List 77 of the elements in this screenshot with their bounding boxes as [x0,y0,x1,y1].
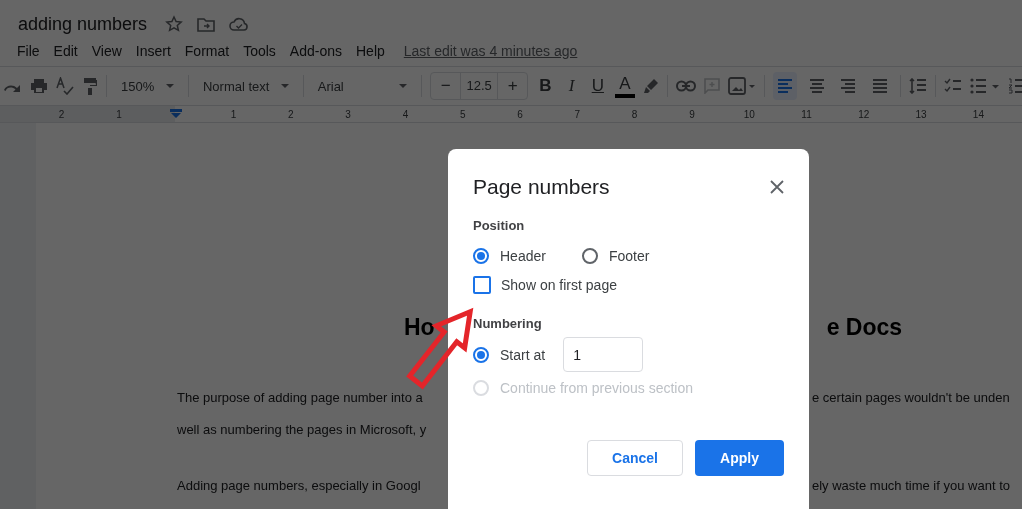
align-center-icon [808,78,825,94]
last-edit-link[interactable]: Last edit was 4 minutes ago [403,43,578,59]
image-icon[interactable] [728,77,757,95]
radio-label[interactable]: Footer [608,248,650,264]
menu-item[interactable]: File [10,41,47,61]
ruler-number: 6 [516,108,524,120]
menu-item[interactable]: Format [177,41,237,61]
cancel-button[interactable]: Cancel [587,440,683,476]
menu-item[interactable]: Insert [128,41,178,61]
menu-item[interactable]: Edit [46,41,85,61]
radio-label[interactable]: Header [500,248,546,264]
spellcheck-icon[interactable] [56,77,74,95]
zoom-dropdown[interactable]: 150% [115,73,180,99]
ruler-number: 2 [57,108,66,120]
document-heading: e Docs [826,313,903,341]
ruler-number: 3 [344,108,352,120]
decrease-font-size-button[interactable]: − [431,73,461,99]
italic-button[interactable]: I [562,76,581,96]
radio-label[interactable]: Start at [500,346,546,363]
apply-button[interactable]: Apply [695,440,784,476]
paint-format-icon[interactable] [82,77,98,95]
folder-icon[interactable] [197,16,216,32]
document-heading: Ho [404,313,435,341]
ruler-number: 12 [857,108,871,120]
bulleted-list-icon[interactable] [969,78,1000,94]
increase-font-size-button[interactable]: + [498,73,528,99]
section-label: Position [473,218,526,233]
numbered-list-icon[interactable] [1007,78,1022,94]
star-icon[interactable] [165,15,184,33]
ruler-number: 8 [630,108,639,120]
document-title[interactable]: adding numbers [18,13,148,35]
ruler-number: 5 [458,108,467,120]
ruler-number: 7 [573,108,582,120]
radio-button[interactable] [473,346,489,363]
link-icon[interactable] [676,80,697,92]
underline-button[interactable]: U [588,76,607,96]
checklist-icon[interactable] [943,78,962,94]
font-size-field[interactable]: 12.5 [460,73,499,99]
menu-item[interactable]: Help [349,41,392,61]
text-color-button[interactable]: A [614,74,636,98]
paragraph-text: ely waste much time if you want to [812,477,1010,493]
font-dropdown[interactable]: Arial [311,73,414,99]
checkbox-label[interactable]: Show on first page [501,277,617,293]
align-left-icon [776,78,793,94]
highlighter-icon[interactable] [643,78,660,94]
ruler-number: 9 [688,108,696,120]
menu-item[interactable]: Tools [236,41,283,61]
start-at-field[interactable]: 1 [563,337,644,372]
radio-button[interactable] [473,248,489,264]
menu-item[interactable]: Add-ons [282,41,349,61]
radio-button[interactable] [581,248,598,264]
ruler-number: 2 [287,108,295,120]
comment-icon[interactable] [704,78,721,94]
menu-item[interactable]: View [84,41,129,61]
style-dropdown[interactable]: Normal text [196,73,295,99]
dialog-title: Page numbers [473,175,610,199]
paragraph-text: Adding page numbers, especially in Googl [177,477,422,493]
ruler-number: 13 [914,108,928,120]
ruler-number: 1 [115,108,123,120]
paragraph-text: well as numbering the pages in Microsoft, y [177,421,428,437]
ruler-number: 10 [742,108,756,120]
ruler-number: 14 [971,108,985,120]
section-label: Numbering [473,316,543,331]
line-spacing-icon[interactable] [908,78,927,94]
align-left-button[interactable] [773,72,797,100]
paragraph-text: e certain pages wouldn't be unden [812,389,1010,405]
cloud-icon[interactable] [229,16,250,32]
align-right-icon [840,78,857,94]
ruler-number: 1 [229,108,238,120]
close-icon[interactable] [770,180,784,194]
print-icon[interactable] [30,78,48,94]
indent-marker-icon[interactable] [170,109,183,119]
ruler-number: 4 [401,108,410,120]
checkbox[interactable] [473,276,491,294]
align-justify-icon [872,78,889,94]
bold-button[interactable]: B [536,76,555,96]
ruler-number: 11 [800,108,813,120]
